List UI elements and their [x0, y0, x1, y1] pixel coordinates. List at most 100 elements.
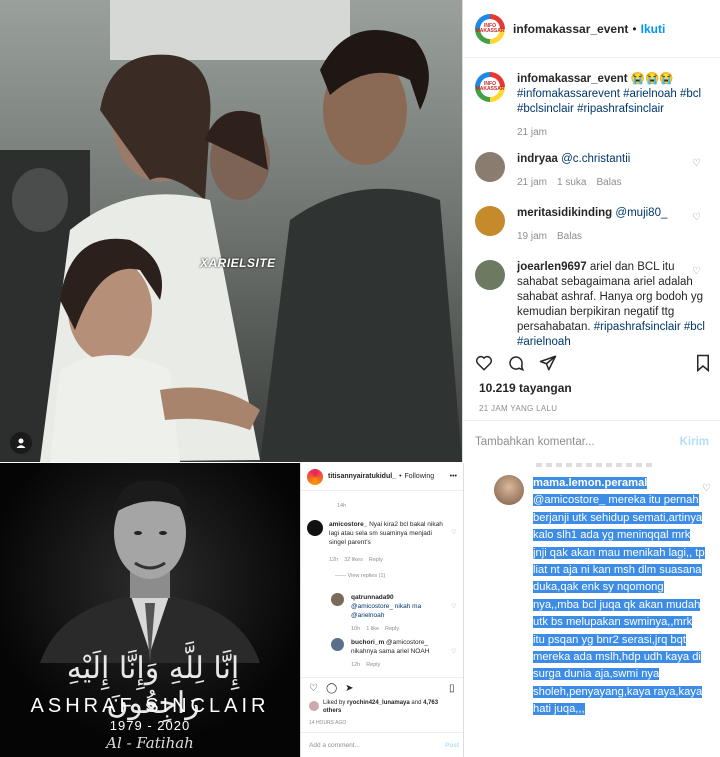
- small-separator-dot: •: [399, 473, 402, 480]
- caption: INFO MAKASSAR infomakassar_event 😭😭😭 #in…: [475, 72, 711, 140]
- comment-username[interactable]: joearlen9697: [517, 261, 587, 273]
- liked-by-user[interactable]: ryochin424_lunamaya: [347, 700, 410, 706]
- commenter-avatar[interactable]: [494, 475, 524, 505]
- small-comment-username[interactable]: qatrunnada90: [351, 594, 394, 601]
- memorial-image: إِنَّا لِلَّهِ وَإِنَّا إِلَيْهِ رَاجِعُ…: [0, 463, 300, 757]
- liked-by-text: Liked by ryochin424_lunamaya and 4,763 o…: [323, 699, 453, 715]
- small-comment-username[interactable]: amicostore_: [329, 521, 367, 528]
- more-options-icon[interactable]: •••: [450, 473, 457, 480]
- small-divider: [301, 677, 463, 678]
- small-comment-meta: 10h 1 like Reply: [351, 626, 405, 632]
- caption-time: 21 jam: [517, 127, 548, 138]
- author-avatar[interactable]: INFO MAKASSAR: [475, 13, 505, 44]
- like-icon[interactable]: [475, 354, 493, 372]
- small-like-heart-icon[interactable]: ♡: [451, 603, 456, 610]
- like-heart-icon[interactable]: ♡: [692, 212, 701, 223]
- comment-time: 21 jam: [517, 177, 548, 188]
- small-add-comment-input[interactable]: Add a comment...: [309, 742, 360, 749]
- caption-username[interactable]: infomakassar_event: [517, 73, 628, 85]
- post-actions: [475, 354, 711, 372]
- liked-by-and: and: [411, 700, 422, 706]
- comment-username[interactable]: meritasidikinding: [517, 207, 612, 219]
- highlighted-comment-username[interactable]: mama.lemon.peramal: [533, 477, 648, 489]
- post-header: INFO MAKASSAR infomakassar_event • Ikuti: [463, 0, 720, 58]
- comment-like-heart-icon[interactable]: ♡: [702, 483, 711, 494]
- small-like-heart-icon[interactable]: ♡: [451, 529, 456, 536]
- comment-username[interactable]: indryaa: [517, 153, 558, 165]
- commenter-avatar[interactable]: [475, 206, 505, 236]
- small-following-label[interactable]: Following: [405, 473, 435, 480]
- small-author-username[interactable]: titisannyairatukidul_: [328, 473, 396, 480]
- post-timestamp: 21 JAM YANG LALU: [479, 404, 558, 413]
- follow-button[interactable]: Ikuti: [641, 22, 666, 36]
- small-bookmark-icon[interactable]: ▯: [449, 683, 455, 694]
- commenter-avatar[interactable]: [475, 152, 505, 182]
- liked-by-avatar: [309, 701, 319, 711]
- small-like-icon[interactable]: ♡: [309, 683, 318, 694]
- caption-avatar[interactable]: INFO MAKASSAR: [475, 72, 505, 102]
- highlighted-comment: mama.lemon.peramal @amicostore_ mereka it…: [533, 475, 707, 719]
- comment-icon[interactable]: [507, 354, 525, 372]
- photo-watermark: XARIELSITE: [200, 256, 276, 270]
- separator-dot: •: [632, 21, 637, 36]
- post-sidebar: INFO MAKASSAR infomakassar_event • Ikuti…: [462, 0, 720, 462]
- small-comment-text: @amicostore_ nikah ma @arielnoah: [351, 603, 422, 619]
- small-comment-likes[interactable]: 1 like: [366, 626, 379, 632]
- add-comment-input[interactable]: Tambahkan komentar...: [475, 436, 680, 448]
- small-top-time: 14h: [337, 503, 347, 509]
- small-comment-meta: 12h 32 likes Reply: [329, 557, 389, 563]
- comment-time: 19 jam: [517, 231, 548, 242]
- small-commenter-avatar[interactable]: [331, 638, 344, 651]
- small-comment-icon[interactable]: ◯: [326, 683, 337, 694]
- comment-item: indryaa @c.christantii 21 jam 1 suka Balas…: [475, 152, 711, 190]
- comment-item: joearlen9697 ariel dan BCL itu sahabat s…: [475, 260, 711, 350]
- small-post-button[interactable]: Post: [445, 742, 459, 749]
- commenter-avatar[interactable]: [475, 260, 505, 290]
- add-comment-bar: Tambahkan komentar... Kirim: [463, 420, 720, 462]
- view-replies-label[interactable]: View replies (1): [348, 573, 386, 579]
- small-post-header: titisannyairatukidul_ • Following •••: [301, 463, 463, 491]
- small-post-timestamp: 14 HOURS AGO: [309, 720, 347, 726]
- small-comment-meta: 12h Reply: [351, 662, 386, 668]
- liked-by-prefix: Liked by: [323, 700, 346, 706]
- memorial-years: 1979 - 2020: [109, 718, 191, 733]
- small-comment-username[interactable]: buchori_m: [351, 639, 384, 646]
- small-like-heart-icon[interactable]: ♡: [451, 648, 456, 655]
- small-reply-button[interactable]: Reply: [366, 662, 380, 668]
- tagged-users-icon[interactable]: [10, 432, 32, 454]
- memorial-fatihah: Al - Fatihah: [106, 734, 194, 752]
- small-post-actions: ♡ ◯ ➤: [309, 683, 354, 694]
- share-icon[interactable]: [539, 354, 557, 372]
- small-comment-item: qatrunnada90 @amicostore_ nikah ma @ariel…: [351, 593, 447, 620]
- post-photo[interactable]: XARIELSITE: [0, 0, 462, 462]
- small-reply-button[interactable]: Reply: [385, 626, 399, 632]
- small-reply-button[interactable]: Reply: [369, 557, 383, 563]
- small-divider: [301, 732, 463, 733]
- small-comment-item: buchori_m @amicostore_ nikahnya sama ari…: [351, 638, 447, 656]
- bookmark-icon[interactable]: [695, 354, 711, 372]
- comment-text[interactable]: @c.christantii: [561, 153, 630, 165]
- comment-likes[interactable]: 1 suka: [557, 177, 586, 188]
- small-author-avatar[interactable]: [307, 468, 323, 485]
- highlighted-comment-screenshot: mama.lemon.peramal @amicostore_ mereka it…: [464, 463, 720, 757]
- small-comment-time: 12h: [351, 662, 361, 668]
- reply-button[interactable]: Balas: [596, 177, 621, 188]
- small-commenter-avatar[interactable]: [331, 593, 344, 606]
- view-replies-link[interactable]: —— View replies (1): [335, 573, 391, 579]
- small-share-icon[interactable]: ➤: [345, 683, 353, 694]
- comment-text[interactable]: @muji80_: [615, 207, 667, 219]
- small-comment-likes[interactable]: 32 likes: [344, 557, 363, 563]
- send-button[interactable]: Kirim: [680, 436, 709, 448]
- author-username[interactable]: infomakassar_event: [513, 22, 628, 36]
- comment-thread-screenshot: titisannyairatukidul_ • Following ••• 14…: [300, 463, 464, 757]
- small-commenter-avatar[interactable]: [307, 520, 323, 536]
- like-heart-icon[interactable]: ♡: [692, 158, 701, 169]
- cropped-meta-row: [536, 463, 656, 467]
- view-count[interactable]: 10.219 tayangan: [479, 381, 572, 395]
- small-comment-time: 10h: [351, 626, 361, 632]
- like-heart-icon[interactable]: ♡: [692, 266, 701, 277]
- small-comment-item: amicostore_ Nyai kira2 bcl bakal nikah l…: [329, 520, 447, 547]
- photo-illustration: [0, 0, 462, 462]
- reply-button[interactable]: Balas: [557, 231, 582, 242]
- comment-item: meritasidikinding @muji80_ 19 jam Balas ♡: [475, 206, 711, 244]
